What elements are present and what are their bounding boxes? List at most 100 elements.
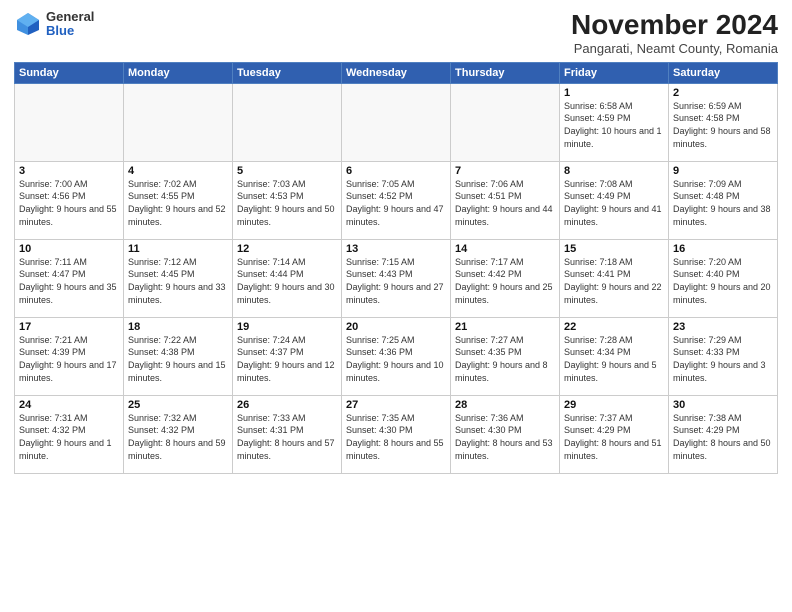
calendar-cell: 11Sunrise: 7:12 AM Sunset: 4:45 PM Dayli… bbox=[124, 239, 233, 317]
day-number: 5 bbox=[237, 165, 337, 177]
day-info: Sunrise: 6:59 AM Sunset: 4:58 PM Dayligh… bbox=[673, 100, 773, 150]
day-number: 16 bbox=[673, 243, 773, 255]
logo-blue-text: Blue bbox=[46, 24, 94, 38]
day-number: 22 bbox=[564, 321, 664, 333]
calendar-cell: 21Sunrise: 7:27 AM Sunset: 4:35 PM Dayli… bbox=[451, 317, 560, 395]
month-title: November 2024 bbox=[571, 10, 778, 41]
day-number: 3 bbox=[19, 165, 119, 177]
calendar-cell: 13Sunrise: 7:15 AM Sunset: 4:43 PM Dayli… bbox=[342, 239, 451, 317]
logo-general-text: General bbox=[46, 10, 94, 24]
day-info: Sunrise: 6:58 AM Sunset: 4:59 PM Dayligh… bbox=[564, 100, 664, 150]
logo-text: General Blue bbox=[46, 10, 94, 39]
day-info: Sunrise: 7:09 AM Sunset: 4:48 PM Dayligh… bbox=[673, 178, 773, 228]
day-info: Sunrise: 7:15 AM Sunset: 4:43 PM Dayligh… bbox=[346, 256, 446, 306]
col-thursday: Thursday bbox=[451, 62, 560, 83]
day-number: 17 bbox=[19, 321, 119, 333]
day-number: 15 bbox=[564, 243, 664, 255]
calendar-cell: 25Sunrise: 7:32 AM Sunset: 4:32 PM Dayli… bbox=[124, 395, 233, 473]
col-monday: Monday bbox=[124, 62, 233, 83]
day-number: 24 bbox=[19, 399, 119, 411]
calendar-week-4: 17Sunrise: 7:21 AM Sunset: 4:39 PM Dayli… bbox=[15, 317, 778, 395]
calendar-cell: 5Sunrise: 7:03 AM Sunset: 4:53 PM Daylig… bbox=[233, 161, 342, 239]
calendar-cell: 27Sunrise: 7:35 AM Sunset: 4:30 PM Dayli… bbox=[342, 395, 451, 473]
day-number: 12 bbox=[237, 243, 337, 255]
day-number: 29 bbox=[564, 399, 664, 411]
calendar-cell bbox=[233, 83, 342, 161]
day-info: Sunrise: 7:31 AM Sunset: 4:32 PM Dayligh… bbox=[19, 412, 119, 462]
day-info: Sunrise: 7:14 AM Sunset: 4:44 PM Dayligh… bbox=[237, 256, 337, 306]
location-subtitle: Pangarati, Neamt County, Romania bbox=[571, 41, 778, 56]
calendar-cell: 6Sunrise: 7:05 AM Sunset: 4:52 PM Daylig… bbox=[342, 161, 451, 239]
col-saturday: Saturday bbox=[669, 62, 778, 83]
day-info: Sunrise: 7:32 AM Sunset: 4:32 PM Dayligh… bbox=[128, 412, 228, 462]
day-number: 14 bbox=[455, 243, 555, 255]
calendar-header-row: Sunday Monday Tuesday Wednesday Thursday… bbox=[15, 62, 778, 83]
calendar-cell bbox=[342, 83, 451, 161]
col-wednesday: Wednesday bbox=[342, 62, 451, 83]
calendar-cell: 14Sunrise: 7:17 AM Sunset: 4:42 PM Dayli… bbox=[451, 239, 560, 317]
calendar-cell: 30Sunrise: 7:38 AM Sunset: 4:29 PM Dayli… bbox=[669, 395, 778, 473]
day-info: Sunrise: 7:38 AM Sunset: 4:29 PM Dayligh… bbox=[673, 412, 773, 462]
day-number: 27 bbox=[346, 399, 446, 411]
calendar-week-1: 1Sunrise: 6:58 AM Sunset: 4:59 PM Daylig… bbox=[15, 83, 778, 161]
day-number: 20 bbox=[346, 321, 446, 333]
day-info: Sunrise: 7:02 AM Sunset: 4:55 PM Dayligh… bbox=[128, 178, 228, 228]
calendar-cell: 7Sunrise: 7:06 AM Sunset: 4:51 PM Daylig… bbox=[451, 161, 560, 239]
day-number: 6 bbox=[346, 165, 446, 177]
calendar-cell: 8Sunrise: 7:08 AM Sunset: 4:49 PM Daylig… bbox=[560, 161, 669, 239]
day-info: Sunrise: 7:21 AM Sunset: 4:39 PM Dayligh… bbox=[19, 334, 119, 384]
day-info: Sunrise: 7:28 AM Sunset: 4:34 PM Dayligh… bbox=[564, 334, 664, 384]
calendar-cell: 26Sunrise: 7:33 AM Sunset: 4:31 PM Dayli… bbox=[233, 395, 342, 473]
day-number: 25 bbox=[128, 399, 228, 411]
day-number: 8 bbox=[564, 165, 664, 177]
day-info: Sunrise: 7:05 AM Sunset: 4:52 PM Dayligh… bbox=[346, 178, 446, 228]
calendar-cell: 20Sunrise: 7:25 AM Sunset: 4:36 PM Dayli… bbox=[342, 317, 451, 395]
day-info: Sunrise: 7:25 AM Sunset: 4:36 PM Dayligh… bbox=[346, 334, 446, 384]
day-number: 21 bbox=[455, 321, 555, 333]
day-info: Sunrise: 7:06 AM Sunset: 4:51 PM Dayligh… bbox=[455, 178, 555, 228]
day-info: Sunrise: 7:29 AM Sunset: 4:33 PM Dayligh… bbox=[673, 334, 773, 384]
day-number: 9 bbox=[673, 165, 773, 177]
col-friday: Friday bbox=[560, 62, 669, 83]
calendar-cell: 29Sunrise: 7:37 AM Sunset: 4:29 PM Dayli… bbox=[560, 395, 669, 473]
day-info: Sunrise: 7:11 AM Sunset: 4:47 PM Dayligh… bbox=[19, 256, 119, 306]
calendar-cell: 22Sunrise: 7:28 AM Sunset: 4:34 PM Dayli… bbox=[560, 317, 669, 395]
day-number: 10 bbox=[19, 243, 119, 255]
day-info: Sunrise: 7:35 AM Sunset: 4:30 PM Dayligh… bbox=[346, 412, 446, 462]
calendar-cell: 1Sunrise: 6:58 AM Sunset: 4:59 PM Daylig… bbox=[560, 83, 669, 161]
calendar-cell: 18Sunrise: 7:22 AM Sunset: 4:38 PM Dayli… bbox=[124, 317, 233, 395]
day-number: 7 bbox=[455, 165, 555, 177]
day-info: Sunrise: 7:37 AM Sunset: 4:29 PM Dayligh… bbox=[564, 412, 664, 462]
calendar-cell bbox=[15, 83, 124, 161]
day-info: Sunrise: 7:00 AM Sunset: 4:56 PM Dayligh… bbox=[19, 178, 119, 228]
col-tuesday: Tuesday bbox=[233, 62, 342, 83]
calendar-cell: 16Sunrise: 7:20 AM Sunset: 4:40 PM Dayli… bbox=[669, 239, 778, 317]
day-number: 4 bbox=[128, 165, 228, 177]
logo: General Blue bbox=[14, 10, 94, 39]
calendar-cell: 10Sunrise: 7:11 AM Sunset: 4:47 PM Dayli… bbox=[15, 239, 124, 317]
day-info: Sunrise: 7:36 AM Sunset: 4:30 PM Dayligh… bbox=[455, 412, 555, 462]
day-info: Sunrise: 7:22 AM Sunset: 4:38 PM Dayligh… bbox=[128, 334, 228, 384]
calendar-cell: 28Sunrise: 7:36 AM Sunset: 4:30 PM Dayli… bbox=[451, 395, 560, 473]
day-info: Sunrise: 7:27 AM Sunset: 4:35 PM Dayligh… bbox=[455, 334, 555, 384]
calendar-cell: 4Sunrise: 7:02 AM Sunset: 4:55 PM Daylig… bbox=[124, 161, 233, 239]
day-info: Sunrise: 7:12 AM Sunset: 4:45 PM Dayligh… bbox=[128, 256, 228, 306]
calendar-cell: 3Sunrise: 7:00 AM Sunset: 4:56 PM Daylig… bbox=[15, 161, 124, 239]
day-number: 11 bbox=[128, 243, 228, 255]
day-number: 26 bbox=[237, 399, 337, 411]
calendar-cell: 2Sunrise: 6:59 AM Sunset: 4:58 PM Daylig… bbox=[669, 83, 778, 161]
day-number: 2 bbox=[673, 87, 773, 99]
logo-icon bbox=[14, 10, 42, 38]
calendar-week-5: 24Sunrise: 7:31 AM Sunset: 4:32 PM Dayli… bbox=[15, 395, 778, 473]
day-info: Sunrise: 7:08 AM Sunset: 4:49 PM Dayligh… bbox=[564, 178, 664, 228]
day-number: 30 bbox=[673, 399, 773, 411]
day-info: Sunrise: 7:33 AM Sunset: 4:31 PM Dayligh… bbox=[237, 412, 337, 462]
calendar-cell bbox=[124, 83, 233, 161]
day-number: 18 bbox=[128, 321, 228, 333]
calendar-cell: 17Sunrise: 7:21 AM Sunset: 4:39 PM Dayli… bbox=[15, 317, 124, 395]
day-info: Sunrise: 7:20 AM Sunset: 4:40 PM Dayligh… bbox=[673, 256, 773, 306]
day-info: Sunrise: 7:03 AM Sunset: 4:53 PM Dayligh… bbox=[237, 178, 337, 228]
day-number: 13 bbox=[346, 243, 446, 255]
day-info: Sunrise: 7:24 AM Sunset: 4:37 PM Dayligh… bbox=[237, 334, 337, 384]
day-number: 19 bbox=[237, 321, 337, 333]
